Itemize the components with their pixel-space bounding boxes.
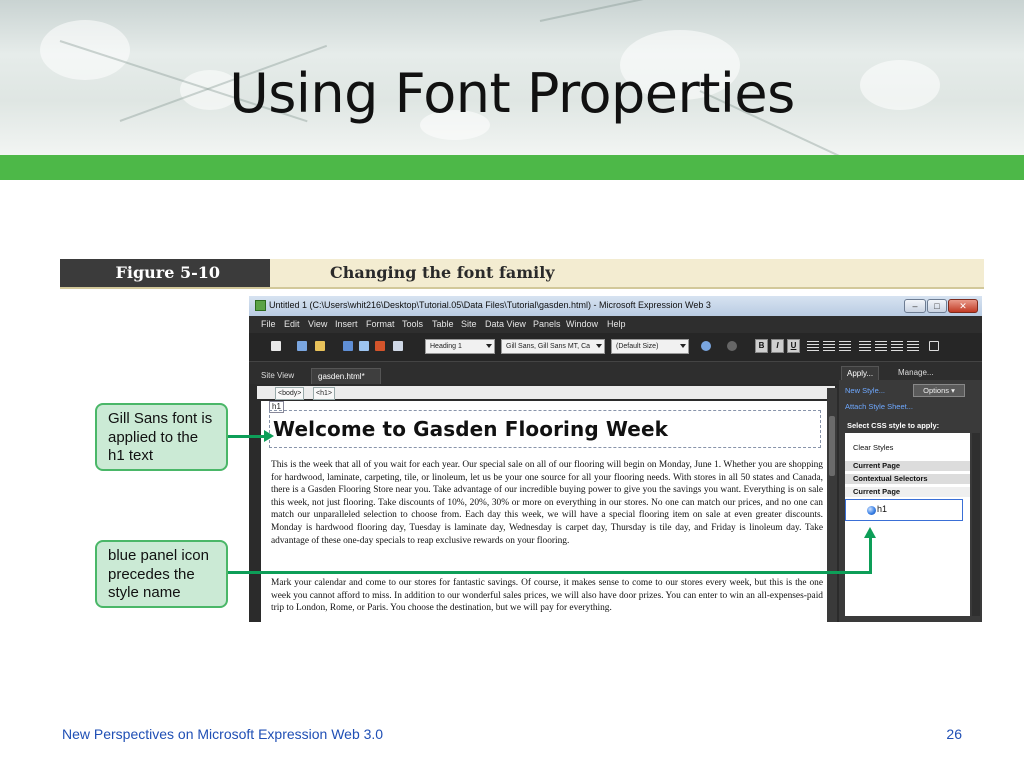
page-number: 26 — [946, 726, 962, 742]
minimize-button[interactable]: – — [904, 299, 926, 313]
window-titlebar: Untitled 1 (C:\Users\whit216\Desktop\Tut… — [249, 296, 982, 316]
tab-gasden-html[interactable]: gasden.html* — [311, 368, 381, 384]
app-icon — [255, 300, 266, 311]
current-page-header: Current Page — [845, 461, 970, 471]
options-button[interactable]: Options ▾ — [913, 384, 965, 397]
panel-scrollbar[interactable] — [972, 433, 980, 616]
footer-text: New Perspectives on Microsoft Expression… — [62, 726, 384, 742]
font-size-dropdown[interactable]: (Default Size) — [611, 339, 689, 354]
maximize-button[interactable]: □ — [927, 299, 947, 313]
callout-1-line-3: h1 text — [108, 447, 154, 464]
figure-rule — [60, 287, 984, 289]
current-page-header-2[interactable]: Current Page — [845, 487, 970, 497]
bullets-icon[interactable] — [875, 341, 887, 351]
design-view: h1 Welcome to Gasden Flooring Week This … — [261, 401, 827, 622]
callout-1-line-1: Gill Sans font is — [108, 410, 213, 427]
align-right-icon[interactable] — [839, 341, 851, 351]
font-size-value: (Default Size) — [616, 343, 659, 350]
paragraph-1[interactable]: This is the week that all of you wait fo… — [271, 459, 823, 547]
toolbar: Heading 1 Gill Sans, Gill Sans MT, Ca (D… — [249, 333, 982, 362]
superpreview-icon[interactable] — [375, 341, 385, 351]
h1-style-name: h1 — [877, 504, 888, 514]
menu-format[interactable]: Format — [366, 319, 395, 329]
tab-apply-styles[interactable]: Apply... — [841, 366, 880, 380]
arrow-to-h1 — [228, 435, 266, 438]
arrow-head-h1 — [264, 430, 274, 442]
apply-styles-panel: Apply... Manage... New Style... Options … — [839, 362, 982, 622]
redo-icon[interactable] — [727, 341, 737, 351]
numbering-icon[interactable] — [859, 341, 871, 351]
quick-tag-selector: <body> <h1> — [257, 386, 835, 400]
close-button[interactable]: ✕ — [948, 299, 978, 313]
tab-manage-styles[interactable]: Manage... — [893, 366, 939, 380]
options-label: Options — [923, 386, 949, 395]
borders-icon[interactable] — [929, 341, 939, 351]
menu-help[interactable]: Help — [607, 319, 626, 329]
menu-file[interactable]: File — [261, 319, 276, 329]
attach-style-sheet-link[interactable]: Attach Style Sheet... — [845, 402, 913, 411]
callout-2-line-1: blue panel icon — [108, 547, 209, 564]
browser-icon[interactable] — [393, 341, 403, 351]
menu-data-view[interactable]: Data View — [485, 319, 526, 329]
callout-1-line-2: applied to the — [108, 428, 199, 446]
figure-caption: Changing the font family — [270, 259, 984, 287]
menu-table[interactable]: Table — [432, 319, 454, 329]
menu-panels[interactable]: Panels — [533, 319, 561, 329]
save-icon[interactable] — [297, 341, 307, 351]
menu-view[interactable]: View — [308, 319, 327, 329]
callout-2-line-3: style name — [108, 584, 181, 601]
page-heading[interactable]: Welcome to Gasden Flooring Week — [273, 417, 668, 441]
align-left-icon[interactable] — [807, 341, 819, 351]
callout-2-line-2: precedes the — [108, 565, 195, 583]
window-title: Untitled 1 (C:\Users\whit216\Desktop\Tut… — [269, 300, 711, 310]
paragraph-2[interactable]: Mark your calendar and come to our store… — [271, 577, 823, 615]
callout-gill-sans: Gill Sans font is applied to the h1 text — [95, 403, 228, 471]
document-scrollbar[interactable] — [827, 388, 837, 622]
menu-edit[interactable]: Edit — [284, 319, 300, 329]
style-dropdown[interactable]: Heading 1 — [425, 339, 495, 354]
new-page-icon[interactable] — [271, 341, 281, 351]
h1-style-item[interactable]: h1 — [845, 499, 963, 521]
italic-button[interactable]: I — [771, 339, 784, 353]
bold-button[interactable]: B — [755, 339, 768, 353]
decrease-indent-icon[interactable] — [891, 341, 903, 351]
style-dropdown-value: Heading 1 — [430, 343, 462, 350]
publish-icon[interactable] — [343, 341, 353, 351]
figure-caption-bar: Figure 5-10 Changing the font family — [60, 259, 984, 287]
accent-bar — [0, 155, 1024, 180]
menu-tools[interactable]: Tools — [402, 319, 423, 329]
clear-styles-item[interactable]: Clear Styles — [853, 443, 970, 452]
increase-indent-icon[interactable] — [907, 341, 919, 351]
undo-icon[interactable] — [701, 341, 711, 351]
menu-window[interactable]: Window — [566, 319, 598, 329]
slide-title: Using Font Properties — [229, 62, 795, 125]
arrow-to-panel-icon-v — [869, 537, 872, 574]
crumb-h1[interactable]: <h1> — [313, 387, 335, 400]
menu-bar: File Edit View Insert Format Tools Table… — [249, 316, 982, 333]
panel-tabs: Apply... Manage... — [839, 362, 982, 380]
arrow-to-panel-icon-h — [228, 571, 872, 574]
contextual-selectors-header[interactable]: Contextual Selectors — [845, 474, 970, 484]
open-folder-icon[interactable] — [315, 341, 325, 351]
menu-insert[interactable]: Insert — [335, 319, 358, 329]
font-family-value: Gill Sans, Gill Sans MT, Ca — [506, 343, 591, 350]
figure-number: Figure 5-10 — [60, 259, 284, 287]
underline-button[interactable]: U — [787, 339, 800, 353]
styles-list: Clear Styles Current Page Contextual Sel… — [845, 433, 970, 616]
blue-panel-icon — [867, 506, 876, 515]
callout-blue-panel-icon: blue panel icon precedes the style name — [95, 540, 228, 608]
font-family-dropdown[interactable]: Gill Sans, Gill Sans MT, Ca — [501, 339, 605, 354]
tab-site-view[interactable]: Site View — [255, 368, 300, 384]
select-css-label: Select CSS style to apply: — [847, 421, 940, 430]
preview-icon[interactable] — [359, 341, 369, 351]
crumb-body[interactable]: <body> — [275, 387, 305, 400]
align-center-icon[interactable] — [823, 341, 835, 351]
new-style-link[interactable]: New Style... — [845, 386, 885, 395]
document-tabs: Site View gasden.html* — [249, 362, 839, 384]
menu-site[interactable]: Site — [461, 319, 477, 329]
arrow-head-panel-icon — [864, 527, 876, 538]
